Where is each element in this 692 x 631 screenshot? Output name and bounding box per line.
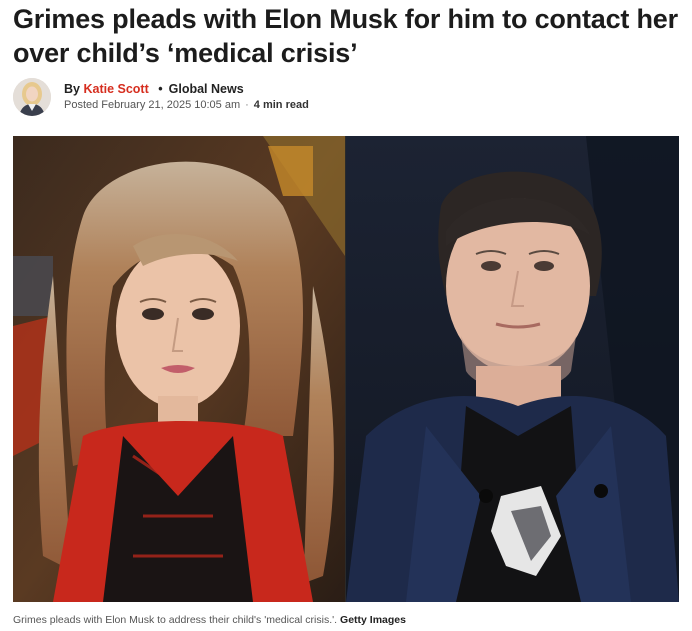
image-caption: Grimes pleads with Elon Musk to address … <box>13 613 406 627</box>
hero-photo-musk <box>346 136 679 602</box>
byline-meta-row: Posted February 21, 2025 10:05 am · 4 min … <box>64 97 309 113</box>
image-credit: Getty Images <box>340 614 406 626</box>
article-byline: By Katie Scott • Global News Posted Febru… <box>13 77 309 117</box>
read-time: 4 min read <box>253 99 309 111</box>
byline-text: By Katie Scott • Global News Posted Febru… <box>64 81 309 113</box>
outlet-name: Global News <box>168 82 244 96</box>
byline-author-row: By Katie Scott • Global News <box>64 81 309 97</box>
byline-separator: • <box>158 82 163 96</box>
caption-text: Grimes pleads with Elon Musk to address … <box>13 614 338 626</box>
by-prefix: By <box>64 82 80 96</box>
author-photo-icon <box>13 78 51 116</box>
article-headline: Grimes pleads with Elon Musk for him to … <box>13 4 678 68</box>
posted-date: Posted February 21, 2025 10:05 am <box>64 99 241 111</box>
portrait-woman-icon <box>13 136 345 602</box>
author-link[interactable]: Katie Scott <box>83 82 148 96</box>
meta-separator: · <box>245 99 249 111</box>
hero-photo-grimes <box>13 136 345 602</box>
portrait-man-icon <box>346 136 679 602</box>
author-avatar[interactable] <box>13 78 51 116</box>
hero-image[interactable] <box>13 136 679 602</box>
